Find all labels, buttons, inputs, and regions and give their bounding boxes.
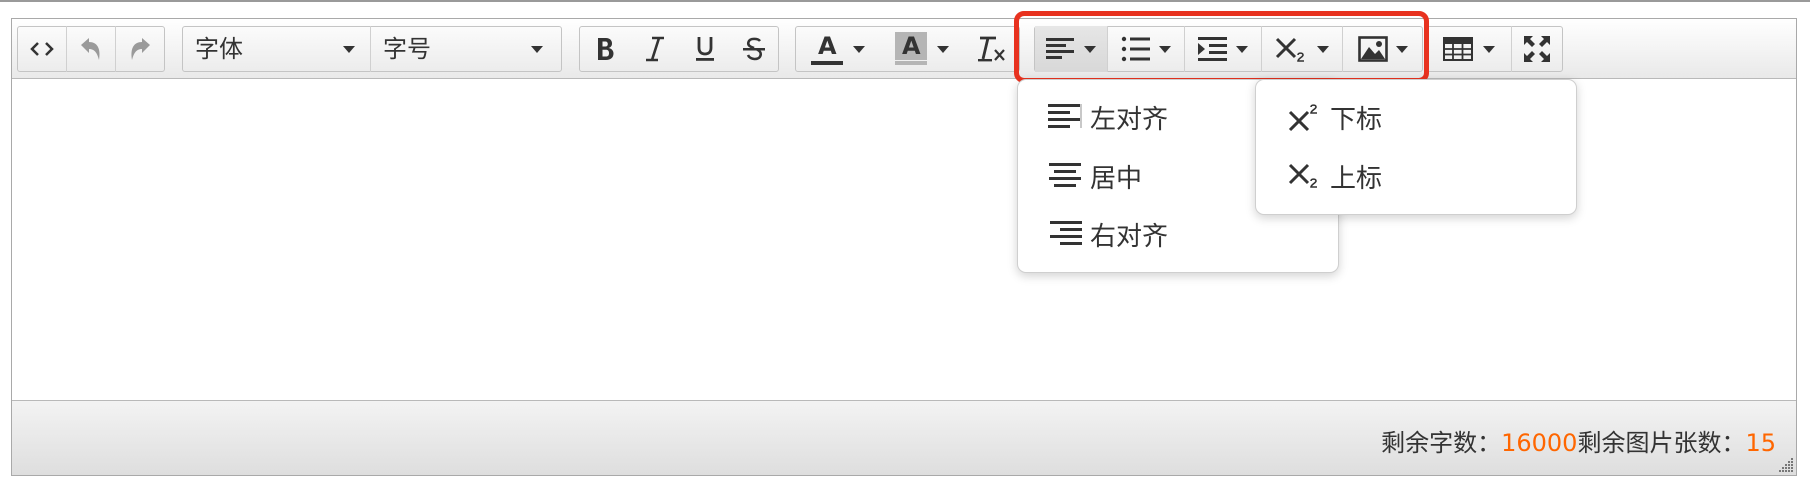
background-color-icon: A [895, 32, 927, 66]
redo-button[interactable] [116, 26, 164, 72]
redo-icon [131, 38, 150, 60]
word-count-status: 剩余字数：16000剩余图片张数：15 [1381, 423, 1776, 458]
chevron-down-icon [531, 46, 543, 53]
align-right-icon [1050, 221, 1082, 245]
strikethrough-icon [743, 37, 765, 61]
background-color-letter: A [902, 32, 921, 60]
align-center-icon [1049, 163, 1081, 187]
font-size-label: 字号 [383, 35, 431, 63]
highlight-box [1014, 11, 1429, 83]
top-border-line [0, 0, 1810, 2]
italic-icon [646, 36, 664, 62]
strikethrough-button[interactable] [730, 26, 778, 72]
superscript-option[interactable]: 下标 [1256, 92, 1576, 142]
italic-button[interactable] [630, 26, 680, 72]
chevron-down-icon [853, 45, 865, 53]
chevron-down-icon [937, 45, 949, 53]
superscript-icon [1288, 104, 1317, 132]
fullscreen-icon [1524, 36, 1550, 62]
undo-icon [81, 38, 100, 60]
source-code-icon [30, 42, 54, 56]
subscript-label: 上标 [1330, 163, 1383, 194]
align-center-label: 居中 [1090, 163, 1143, 194]
align-right-label: 右对齐 [1090, 221, 1169, 252]
bold-button[interactable] [580, 26, 630, 72]
align-left-icon [1048, 104, 1082, 128]
table-icon [1443, 37, 1473, 61]
remaining-chars-label: 剩余字数： [1381, 429, 1502, 457]
resize-grip-icon[interactable] [1778, 457, 1794, 473]
subscript-icon [1288, 163, 1317, 188]
superscript-label: 下标 [1330, 104, 1383, 135]
chevron-down-icon [1483, 45, 1495, 53]
font-family-label: 字体 [195, 35, 243, 63]
font-size-select[interactable]: 字号 [371, 26, 561, 72]
script-dropdown-menu: 下标 上标 [1255, 79, 1577, 215]
font-family-select[interactable]: 字体 [183, 26, 369, 72]
background-color-button[interactable]: A [880, 26, 964, 72]
table-button[interactable] [1427, 26, 1511, 72]
bold-icon [598, 38, 614, 60]
editor-toolbar: 字体 字号 A A [12, 19, 1796, 79]
underline-button[interactable] [680, 26, 730, 72]
chevron-down-icon [343, 46, 355, 53]
clear-format-button[interactable] [964, 26, 1019, 72]
font-color-swatch [811, 61, 843, 65]
remaining-chars-value: 16000 [1501, 429, 1578, 457]
align-right-option[interactable]: 右对齐 [1018, 209, 1338, 259]
remaining-images-label: 剩余图片张数： [1577, 429, 1746, 457]
fullscreen-button[interactable] [1512, 26, 1562, 72]
font-color-letter: A [818, 32, 837, 60]
underline-icon [696, 37, 714, 61]
status-bar: 剩余字数：16000剩余图片张数：15 [12, 400, 1796, 475]
subscript-option[interactable]: 上标 [1256, 151, 1576, 201]
background-color-swatch [895, 61, 927, 65]
source-code-button[interactable] [18, 26, 66, 72]
font-color-icon: A [811, 32, 843, 66]
font-color-button[interactable]: A [796, 26, 880, 72]
undo-button[interactable] [67, 26, 115, 72]
clear-format-icon [977, 36, 1005, 62]
align-left-label: 左对齐 [1090, 104, 1169, 135]
remaining-images-value: 15 [1745, 429, 1776, 457]
